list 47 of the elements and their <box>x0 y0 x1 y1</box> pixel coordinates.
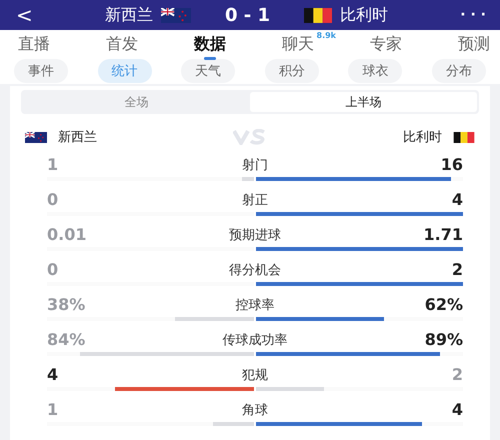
versus-icon <box>233 129 267 145</box>
stat-value: 0.01 <box>47 225 88 244</box>
team-name: 比利时 <box>403 129 442 146</box>
period-tab[interactable]: 全场 <box>23 92 250 112</box>
stat-value: 89% <box>424 330 463 349</box>
team-name: 比利时 <box>340 4 388 26</box>
stat-label: 传球成功率 <box>222 332 288 349</box>
stat-label: 角球 <box>242 402 268 419</box>
flag-icon <box>304 8 332 22</box>
filter-chip[interactable]: 球衣 <box>348 59 402 83</box>
stat-label: 得分机会 <box>229 262 281 279</box>
stat-value: 0 <box>47 190 60 209</box>
stat-label: 预期进球 <box>229 227 281 244</box>
chat-count: 8.9k <box>316 30 336 40</box>
stat-value: 1 <box>47 400 60 419</box>
stat-value: 4 <box>450 190 463 209</box>
filter-chip[interactable]: 事件 <box>14 59 68 83</box>
stat-label: 控球率 <box>236 297 274 314</box>
stat-label: 射门 <box>242 157 268 174</box>
flag-icon <box>161 8 191 22</box>
filter-chip[interactable]: 积分 <box>264 59 319 83</box>
stat-value: 2 <box>450 260 463 279</box>
stat-value: 62% <box>424 295 463 314</box>
filter-chip[interactable]: 统计 <box>98 59 152 83</box>
stat-value: 0 <box>47 260 60 279</box>
more-button[interactable]: · · · <box>460 7 486 23</box>
tab[interactable]: 预测 <box>458 32 490 56</box>
stat-value: 16 <box>440 155 463 174</box>
team-name: 新西兰 <box>105 4 153 26</box>
stat-label: 犯规 <box>242 367 268 384</box>
tab[interactable]: 直播 <box>18 32 50 56</box>
back-button[interactable]: < <box>16 3 33 27</box>
stat-value: 38% <box>47 295 86 314</box>
period-tab[interactable]: 上半场 <box>250 92 477 112</box>
stat-label: 射正 <box>242 192 268 209</box>
tab[interactable]: 首发 <box>106 32 138 56</box>
stat-value: 4 <box>450 400 463 419</box>
stat-value: 2 <box>450 365 463 384</box>
stat-value: 1 <box>47 155 60 174</box>
filter-chip[interactable]: 分布 <box>432 59 486 83</box>
score: 0 - 1 <box>225 4 270 26</box>
filter-chip[interactable]: 天气 <box>181 59 236 83</box>
team-name: 新西兰 <box>58 129 97 146</box>
stat-value: 84% <box>47 330 86 349</box>
stat-value: 1.71 <box>422 225 463 244</box>
stat-value: 4 <box>47 365 60 384</box>
tab[interactable]: 专家 <box>370 32 402 56</box>
